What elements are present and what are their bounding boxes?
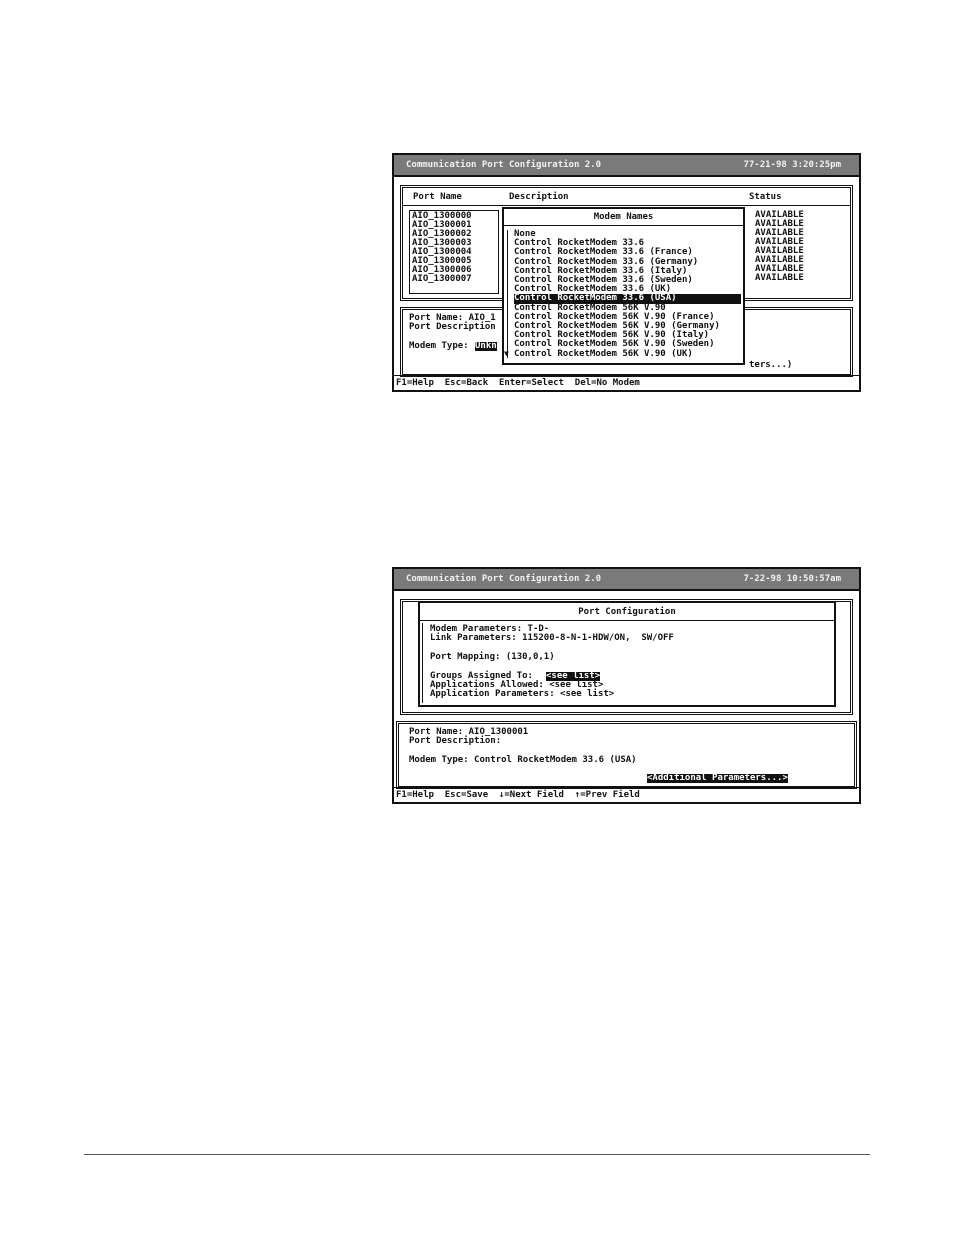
header-status: Status (749, 192, 782, 202)
dialog-title: Port Configuration (578, 607, 676, 617)
app-title: Communication Port Configuration 2.0 (406, 160, 602, 170)
header-port-name: Port Name (413, 192, 462, 202)
scroll-track[interactable] (507, 230, 511, 358)
screenshot-port-configuration: Communication Port Configuration 2.0 7-2… (392, 567, 861, 804)
modem-type-field[interactable]: Unkn (475, 341, 497, 352)
header-description: Description (509, 192, 569, 202)
port-names-list[interactable]: AIO_1300000 AIO_1300001 AIO_1300002 AIO_… (409, 210, 499, 294)
list-item[interactable]: AIO_1300007 (412, 274, 472, 284)
port-configuration-dialog: Port Configuration Modem Parameters: T-D… (418, 601, 836, 707)
link-parameters[interactable]: Link Parameters: 115200-8-N-1-HDW/ON, SW… (430, 633, 674, 643)
header-divider (403, 205, 850, 206)
datetime: 77-21-98 3:20:25pm (743, 160, 841, 170)
additional-params-tail: ters...) (749, 360, 793, 370)
app-title: Communication Port Configuration 2.0 (406, 574, 602, 584)
port-mapping[interactable]: Port Mapping: (130,0,1) (430, 652, 555, 662)
popup-title-divider (504, 225, 743, 226)
modem-type-label: Modem Type: Control RocketModem 33.6 (US… (409, 755, 637, 765)
modem-type-label: Modem Type: (409, 341, 469, 351)
status-value: AVAILABLE (755, 273, 804, 283)
port-description-label: Port Description: (409, 736, 502, 746)
scroll-down-arrow[interactable]: ▼ (504, 349, 509, 358)
dialog-left-bar (422, 623, 423, 703)
key-help-bar: F1=Help Esc=Save ↓=Next Field ↑=Prev Fie… (394, 787, 859, 802)
key-help-text: F1=Help Esc=Back Enter=Select Del=No Mod… (396, 378, 640, 388)
screenshot-modem-names: Communication Port Configuration 2.0 77-… (392, 153, 861, 392)
title-bar: Communication Port Configuration 2.0 77-… (394, 155, 859, 177)
key-help-bar: F1=Help Esc=Back Enter=Select Del=No Mod… (394, 375, 859, 390)
page-footer-rule (84, 1154, 870, 1155)
title-bar: Communication Port Configuration 2.0 7-2… (394, 569, 859, 591)
port-details-panel: Port Name: AIO_1300001 Port Description:… (396, 721, 857, 789)
list-item[interactable]: Control RocketModem 56K V.90 (UK) (514, 349, 693, 359)
application-parameters[interactable]: Application Parameters: <see list> (430, 689, 614, 699)
port-description-label: Port Description (409, 322, 496, 332)
datetime: 7-22-98 10:50:57am (743, 574, 841, 584)
popup-title: Modem Names (593, 212, 654, 222)
additional-parameters-button[interactable]: <Additional Parameters...> (647, 773, 788, 784)
dialog-title-divider (420, 620, 834, 621)
modem-names-popup[interactable]: Modem Names ▼ None Control RocketModem 3… (502, 207, 745, 365)
key-help-text: F1=Help Esc=Save ↓=Next Field ↑=Prev Fie… (396, 790, 640, 800)
